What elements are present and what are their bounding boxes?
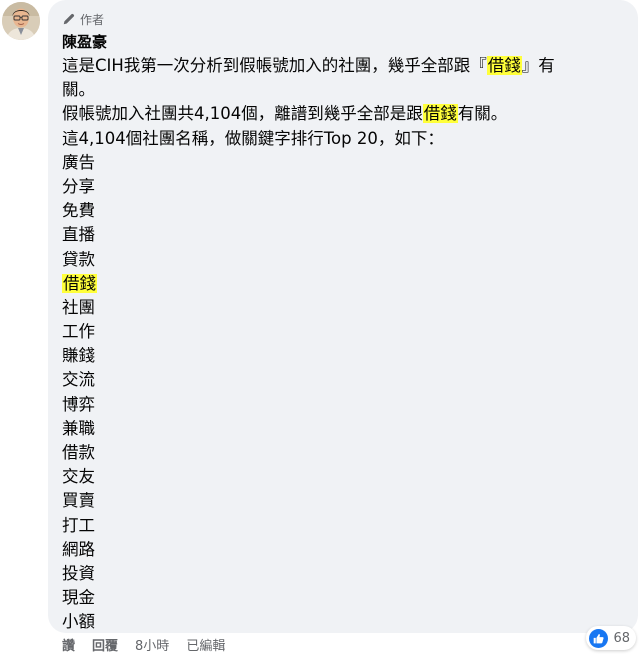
- author-badge: 作者: [62, 10, 104, 28]
- keyword-text: 小額: [62, 612, 95, 632]
- text-segment: 假帳號加入社團共4,104個，離譜到幾乎全部是跟: [62, 104, 423, 124]
- keyword-item: 博弈: [62, 393, 622, 417]
- keyword-text: 社團: [62, 297, 95, 317]
- timestamp-link[interactable]: 8小時: [135, 638, 169, 654]
- keyword-text: 借款: [62, 443, 95, 462]
- keyword-text: 交流: [62, 370, 95, 390]
- reply-button[interactable]: 回覆: [92, 638, 118, 654]
- keyword-text: 工作: [62, 322, 95, 342]
- highlight-keyword: 借錢: [486, 56, 522, 75]
- keyword-item: 直播: [62, 223, 622, 247]
- keyword-text: 買賣: [62, 491, 95, 511]
- avatar-portrait: [2, 2, 40, 40]
- keyword-item: 交流: [62, 368, 622, 392]
- author-avatar[interactable]: [2, 2, 40, 40]
- keyword-item: 分享: [62, 175, 622, 199]
- paragraph-3: 這4,104個社團名稱，做關鍵字排行Top 20，如下：: [62, 128, 444, 148]
- keyword-text: 分享: [62, 176, 95, 196]
- keyword-text: 網路: [62, 539, 95, 559]
- keyword-item: 網路: [62, 538, 622, 562]
- keyword-text: 交友: [62, 467, 95, 487]
- keyword-item: 免費: [62, 199, 622, 223]
- keyword-text: 打工: [62, 515, 95, 535]
- keyword-item: 打工: [62, 514, 622, 538]
- keyword-item: 廣告: [62, 151, 622, 175]
- keyword-item: 借款: [62, 441, 622, 465]
- thumbs-up-icon: [589, 628, 609, 648]
- keyword-item: 交友: [62, 465, 622, 489]
- keyword-text: 兼職: [62, 418, 95, 438]
- keyword-text: 直播: [62, 225, 95, 245]
- paragraph-1-line-2: 關。: [62, 80, 95, 100]
- pencil-icon: [62, 12, 76, 26]
- keyword-text: 免費: [62, 201, 95, 221]
- text-segment: 』有: [521, 56, 555, 75]
- text-segment: 這是CIH我第一次分析到假帳號加入的社團，幾乎全部跟『: [62, 56, 487, 75]
- keyword-text: 博弈: [62, 394, 95, 414]
- reaction-summary[interactable]: 68: [586, 626, 636, 650]
- keyword-text: 貸款: [62, 249, 95, 269]
- keyword-item: 賺錢: [62, 344, 622, 368]
- author-badge-label: 作者: [80, 12, 105, 27]
- keyword-item: 貸款: [62, 248, 622, 272]
- keyword-item: 投資: [62, 562, 622, 586]
- reaction-count: 68: [613, 630, 630, 646]
- keyword-item: 兼職: [62, 417, 622, 441]
- highlight-keyword: 借錢: [422, 104, 458, 124]
- like-button[interactable]: 讚: [62, 638, 75, 654]
- edited-label[interactable]: 已編輯: [186, 638, 225, 654]
- highlight-keyword: 借錢: [62, 273, 97, 293]
- keyword-item: 小額: [62, 610, 622, 634]
- keyword-text: 現金: [62, 588, 95, 608]
- keyword-list: 廣告分享免費直播貸款借錢社團工作賺錢交流博弈兼職借款交友買賣打工網路投資現金小額: [62, 151, 622, 635]
- keyword-text: 賺錢: [62, 346, 95, 366]
- text-segment: 有關。: [457, 104, 508, 124]
- keyword-item: 買賣: [62, 489, 622, 513]
- paragraph-1-line-1: 這是CIH我第一次分析到假帳號加入的社團，幾乎全部跟『借錢』有: [62, 54, 622, 78]
- comment-body: 這是CIH我第一次分析到假帳號加入的社團，幾乎全部跟『借錢』有 關。 假帳號加入…: [62, 54, 622, 635]
- keyword-text: 廣告: [62, 152, 95, 172]
- comment-container: 作者 陳盈豪 這是CIH我第一次分析到假帳號加入的社團，幾乎全部跟『借錢』有 關…: [0, 0, 642, 654]
- comment-actions: 讚 回覆 8小時 已編輯: [62, 638, 242, 654]
- author-name[interactable]: 陳盈豪: [62, 32, 107, 52]
- paragraph-2: 假帳號加入社團共4,104個，離譜到幾乎全部是跟借錢有關。: [62, 102, 622, 126]
- keyword-item: 工作: [62, 320, 622, 344]
- keyword-text: 投資: [62, 563, 95, 583]
- keyword-item: 借錢: [62, 272, 622, 296]
- keyword-item: 社團: [62, 296, 622, 320]
- keyword-item: 現金: [62, 586, 622, 610]
